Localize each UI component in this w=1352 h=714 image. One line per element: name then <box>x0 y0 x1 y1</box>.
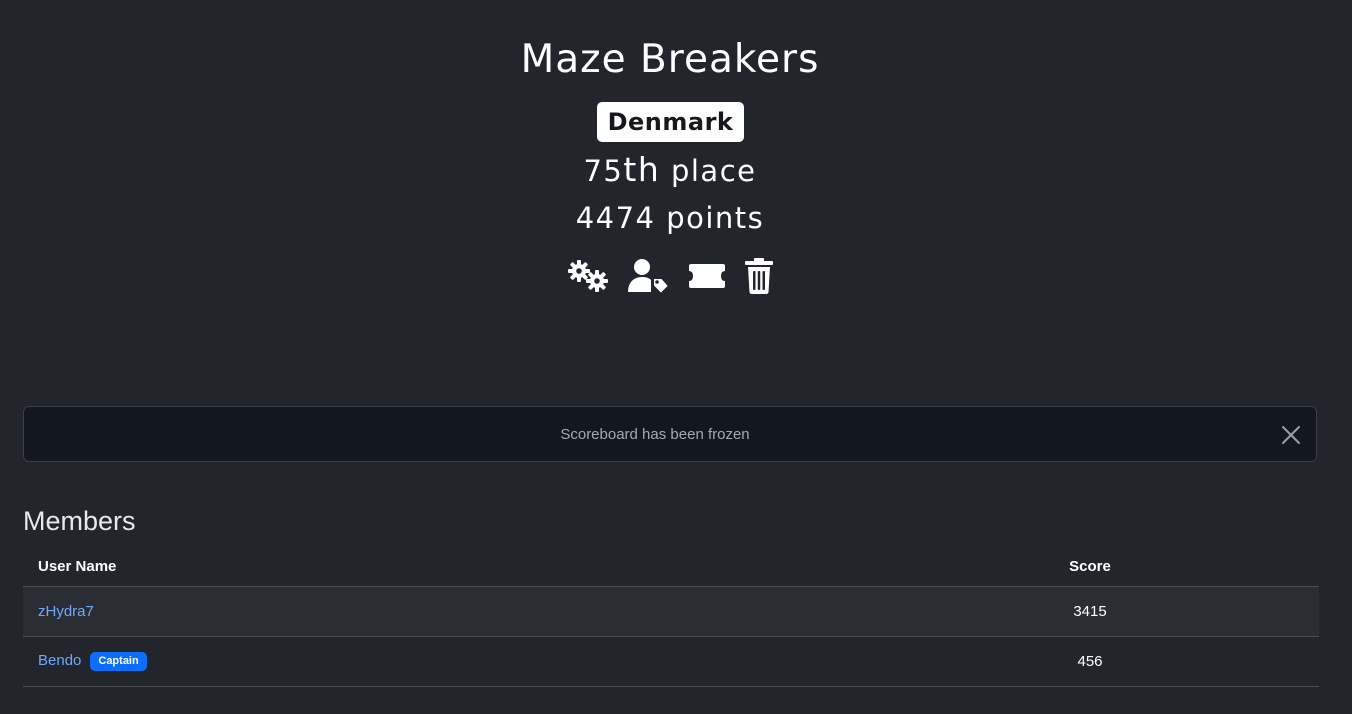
team-name: Maze Breakers <box>520 37 820 82</box>
place-word: place <box>670 154 757 188</box>
column-header-spacer <box>1131 546 1319 587</box>
delete-team-button[interactable] <box>744 256 774 296</box>
points-value: 4474 <box>575 201 656 235</box>
alert-close-button[interactable] <box>1280 424 1302 446</box>
team-actions <box>566 256 780 296</box>
row-spacer <box>1131 636 1319 687</box>
member-link[interactable]: Bendo <box>38 652 81 669</box>
team-place: 75th place <box>0 150 1340 191</box>
members-heading: Members <box>23 506 136 536</box>
member-link[interactable]: zHydra7 <box>38 603 94 620</box>
close-icon <box>1282 426 1300 444</box>
member-manage-button[interactable] <box>626 256 670 296</box>
points-word: points <box>666 201 765 235</box>
table-row: Bendo Captain 456 <box>23 636 1319 687</box>
member-score: 3415 <box>1049 586 1131 637</box>
table-row: zHydra7 3415 <box>23 586 1319 637</box>
user-tag-icon <box>628 259 670 296</box>
alert-message: Scoreboard has been frozen <box>560 426 750 443</box>
trash-icon <box>745 258 773 294</box>
member-name-cell: Bendo Captain <box>23 636 1049 687</box>
member-score: 456 <box>1049 636 1131 687</box>
gears-icon <box>568 260 608 292</box>
invite-ticket-button[interactable] <box>686 256 728 296</box>
team-page: Maze Breakers Denmark 75th place 4474 po… <box>0 0 1352 714</box>
ticket-icon <box>689 264 725 288</box>
member-name-cell: zHydra7 <box>23 586 1049 637</box>
settings-button[interactable] <box>566 256 610 296</box>
column-header-score: Score <box>1049 546 1131 587</box>
team-points: 4474 points <box>0 198 1340 238</box>
members-table: User Name Score zHydra7 3415 Bendo Captai… <box>23 546 1319 687</box>
row-spacer <box>1131 586 1319 637</box>
frozen-alert: Scoreboard has been frozen <box>23 406 1317 462</box>
column-header-user-name: User Name <box>23 546 1049 587</box>
table-header-row: User Name Score <box>23 546 1319 587</box>
place-number: 75 <box>583 154 624 188</box>
country-badge: Denmark <box>597 102 744 142</box>
place-ordinal: th <box>623 150 661 189</box>
captain-badge: Captain <box>90 652 147 671</box>
